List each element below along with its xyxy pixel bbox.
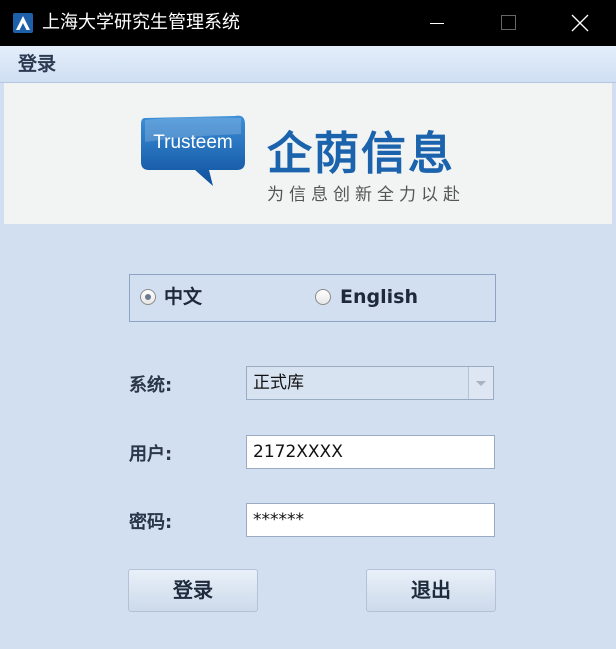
language-selector: 中文 English — [129, 274, 496, 322]
minimize-button[interactable] — [406, 0, 466, 46]
brand-banner: Trusteem 企荫信息 为信息创新全力以赴 — [4, 83, 612, 224]
system-select[interactable]: 正式库 — [246, 366, 494, 400]
maximize-button[interactable] — [478, 0, 538, 46]
radio-chinese-label[interactable]: 中文 — [164, 286, 202, 308]
radio-english-label[interactable]: English — [340, 286, 418, 308]
chevron-down-icon[interactable] — [468, 367, 493, 399]
radio-chinese[interactable] — [140, 289, 156, 305]
exit-button[interactable]: 退出 — [366, 569, 496, 612]
close-icon — [571, 14, 589, 32]
app-logo-icon — [13, 13, 33, 33]
menu-item-login[interactable]: 登录 — [18, 46, 56, 82]
password-input[interactable] — [246, 503, 495, 537]
login-button[interactable]: 登录 — [128, 569, 258, 612]
radio-english[interactable] — [315, 289, 331, 305]
window-title: 上海大学研究生管理系统 — [42, 12, 240, 33]
password-label: 密码: — [129, 512, 173, 533]
title-bar: 上海大学研究生管理系统 — [0, 0, 616, 46]
user-input[interactable] — [246, 435, 495, 469]
system-label: 系统: — [129, 375, 173, 396]
system-select-value: 正式库 — [253, 373, 304, 393]
company-name: 企荫信息 — [267, 127, 456, 180]
logo-text: Trusteem — [153, 132, 233, 153]
close-button[interactable] — [550, 0, 610, 46]
company-slogan: 为信息创新全力以赴 — [267, 185, 465, 205]
menu-bar: 登录 — [0, 46, 616, 83]
user-label: 用户: — [129, 444, 173, 465]
